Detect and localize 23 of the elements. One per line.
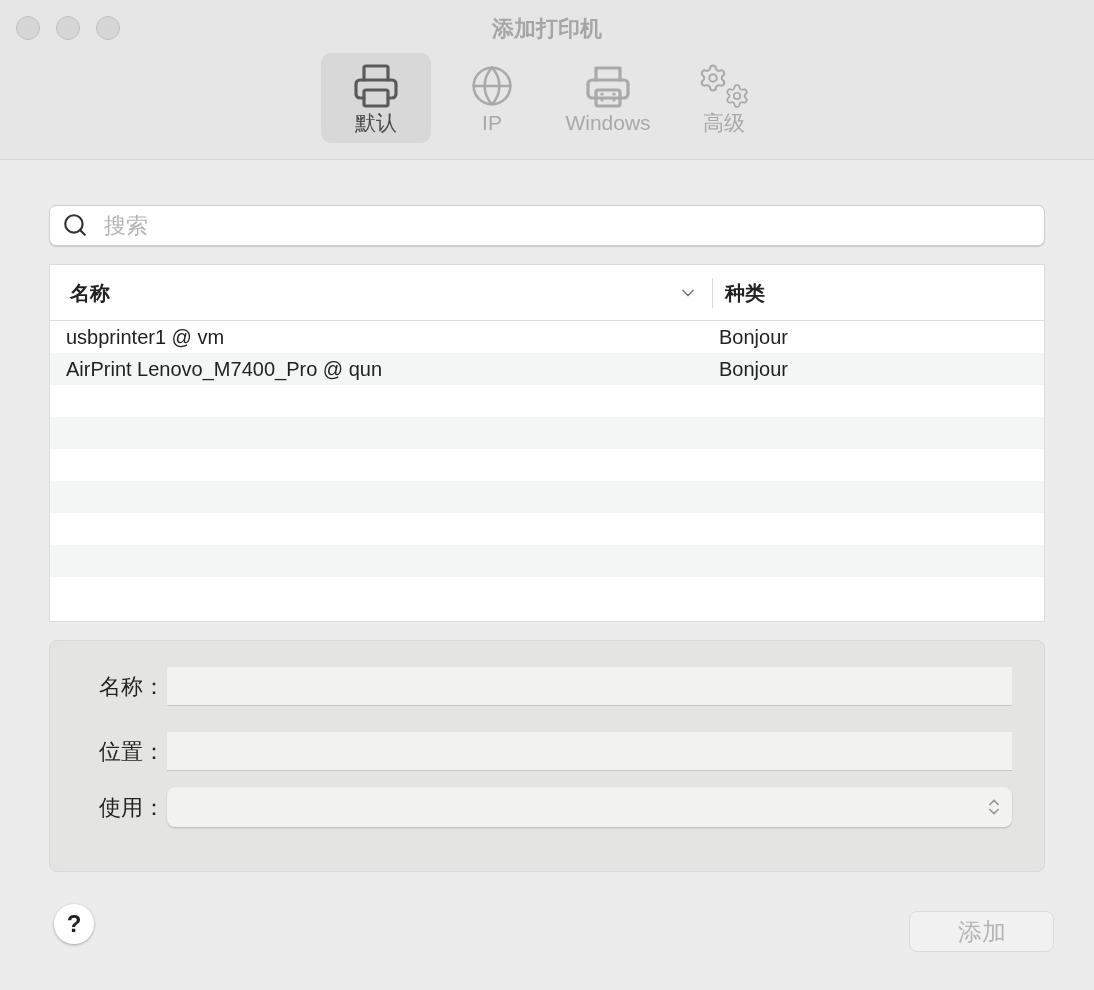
toolbar-tab[interactable]: 默认 [321, 53, 431, 143]
input-field[interactable] [167, 667, 1012, 706]
field-label: 位置： [98, 738, 166, 766]
table-cell-text: AirPrint Lenovo_M7400_Pro @ qun [65, 357, 384, 383]
help-button[interactable]: ? [54, 904, 94, 944]
field-label: 名称： [98, 673, 166, 701]
column-header[interactable]: 名称 [50, 265, 712, 320]
printer-icon [352, 62, 400, 110]
input-field[interactable] [167, 732, 1012, 771]
window-control[interactable] [56, 16, 80, 40]
select-field[interactable] [167, 787, 1012, 827]
search-field[interactable]: 搜索 [49, 205, 1045, 246]
field-label: 使用： [98, 793, 166, 822]
window-control[interactable] [16, 16, 40, 40]
table-cell-text: Bonjour [718, 325, 788, 350]
column-header[interactable]: 种类 [713, 265, 1044, 320]
globe-icon [470, 64, 514, 108]
table-cell-text: Bonjour [718, 357, 788, 382]
window-control[interactable] [96, 16, 120, 40]
window-title: 添加打印机 [492, 15, 602, 43]
search-icon [62, 212, 88, 238]
table-cell-text: usbprinter1 @ vm [65, 325, 226, 350]
table-row[interactable]: AirPrint Lenovo_M7400_Pro @ qun Bonjour [50, 353, 1044, 385]
